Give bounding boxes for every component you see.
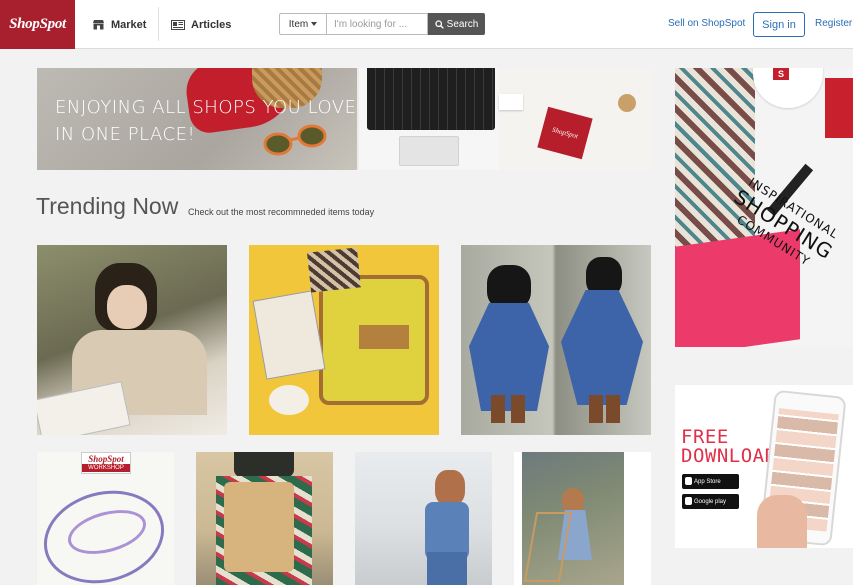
trending-subtitle: Check out the most recommneded items tod… (188, 207, 375, 217)
product-2-pouch (307, 247, 361, 293)
free-download-text: FREE DOWNLOAD (681, 428, 777, 466)
banner-headline-line1: Enjoying all shops you love (55, 97, 357, 118)
product-2-pocket (359, 325, 409, 349)
sign-in-button[interactable]: Sign in (753, 12, 805, 37)
banner-small-card (499, 94, 523, 110)
product-2-shell (269, 385, 309, 415)
trending-title: Trending Now (36, 193, 179, 219)
product-card-3[interactable] (461, 245, 651, 435)
product-7-frame (523, 512, 573, 582)
promo-cap-logo: S (773, 68, 789, 80)
product-1-book (37, 381, 131, 435)
product-5-backpack (224, 482, 294, 572)
search-type-dropdown[interactable]: Item (279, 13, 326, 35)
product-3-dress-right (561, 290, 643, 405)
product-3-boot-right2 (606, 395, 620, 423)
product-card-6[interactable] (355, 452, 492, 585)
workshop-brand: ShopSpot (88, 454, 124, 464)
app-store-badge[interactable]: App Store (682, 474, 739, 489)
product-card-7[interactable] (514, 452, 651, 585)
promo-hand (757, 495, 807, 548)
laptop-trackpad (399, 136, 459, 166)
caret-down-icon (311, 22, 318, 26)
banner-wood-ball (618, 94, 636, 112)
search-bar: Item Search (279, 13, 485, 35)
workshop-label: WORKSHOP (82, 464, 130, 472)
search-type-label: Item (288, 18, 309, 30)
hero-banner[interactable]: Enjoying all shops you love in one place… (37, 68, 653, 170)
play-icon (685, 497, 692, 505)
product-card-4[interactable]: ShopSpot WORKSHOP (37, 452, 174, 585)
product-6-hair (435, 470, 465, 506)
nav-market[interactable]: Market (92, 0, 146, 49)
google-play-label: Google play (694, 498, 727, 505)
shopspot-logo[interactable]: ShopSpot (0, 0, 75, 49)
product-card-1[interactable] (37, 245, 227, 435)
register-link[interactable]: Register (815, 18, 852, 29)
sell-on-shopspot-link[interactable]: Sell on ShopSpot (668, 18, 745, 29)
top-header: ShopSpot Market Articles Item I'm lookin… (0, 0, 853, 49)
shop-icon (93, 20, 104, 30)
sidebar-app-download[interactable]: FREE DOWNLOAD App Store Google play (675, 385, 853, 548)
promo-red-bag (825, 78, 853, 138)
search-button[interactable]: Search (428, 13, 485, 35)
product-card-2[interactable] (249, 245, 439, 435)
nav-articles[interactable]: Articles (171, 0, 231, 49)
newspaper-icon (171, 19, 185, 30)
search-icon (435, 19, 444, 29)
app-store-label: App Store (694, 478, 721, 485)
search-input[interactable] (326, 13, 428, 35)
product-2-book (252, 290, 326, 380)
product-6-skirt (427, 552, 467, 585)
product-3-boot-right (589, 395, 603, 423)
product-3-boot-left2 (511, 395, 525, 423)
laptop-keyboard (367, 68, 495, 130)
banner-laptop (359, 68, 499, 170)
nav-articles-label: Articles (191, 18, 232, 31)
product-1-face (107, 285, 147, 329)
product-3-dress-left (469, 303, 549, 411)
nav-divider (158, 7, 159, 41)
nav-market-label: Market (111, 18, 147, 31)
google-play-badge[interactable]: Google play (682, 494, 739, 509)
free-download-line2: DOWNLOAD (681, 445, 777, 467)
sidebar-promo-community[interactable]: S INSPIRATIONAL SHOPPING COMMUNITY (675, 68, 853, 347)
product-3-boot-left (491, 395, 505, 423)
product-7-photo (522, 452, 624, 585)
product-card-5[interactable] (196, 452, 333, 585)
workshop-tag: ShopSpot WORKSHOP (81, 452, 131, 474)
search-button-label: Search (446, 18, 479, 30)
banner-headline-line2: in one place! (55, 124, 196, 145)
banner-headline: Enjoying all shops you love in one place… (55, 94, 357, 148)
apple-icon (685, 477, 692, 485)
